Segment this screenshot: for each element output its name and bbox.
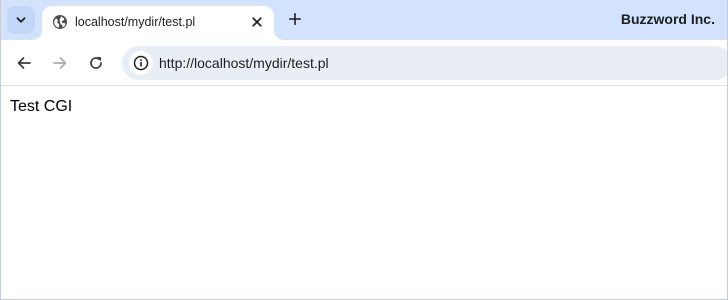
page-content: Test CGI — [1, 87, 727, 299]
forward-button[interactable] — [48, 51, 72, 75]
info-icon — [133, 55, 149, 71]
page-body-text: Test CGI — [10, 98, 73, 115]
url-text[interactable]: http://localhost/mydir/test.pl — [159, 55, 329, 71]
globe-icon — [53, 15, 67, 29]
tab-strip: localhost/mydir/test.pl Buzzword Inc. — [1, 0, 727, 40]
chevron-down-icon — [16, 17, 26, 23]
tab-close-button[interactable] — [248, 13, 266, 31]
reload-button[interactable] — [84, 51, 108, 75]
site-info-button[interactable] — [129, 51, 153, 75]
forward-arrow-icon — [53, 57, 67, 69]
new-tab-button[interactable] — [284, 8, 306, 30]
reload-icon — [90, 56, 102, 69]
back-button[interactable] — [12, 51, 36, 75]
browser-window: localhost/mydir/test.pl Buzzword Inc. ht… — [0, 0, 728, 300]
address-bar[interactable]: http://localhost/mydir/test.pl — [122, 46, 727, 80]
close-icon — [252, 17, 262, 27]
tab-title: localhost/mydir/test.pl — [75, 15, 196, 29]
tab-active[interactable]: localhost/mydir/test.pl — [42, 6, 274, 40]
back-arrow-icon — [17, 57, 31, 69]
profile-name[interactable]: Buzzword Inc. — [621, 11, 715, 27]
plus-icon — [289, 13, 301, 25]
tab-search-button[interactable] — [7, 6, 35, 34]
browser-toolbar: http://localhost/mydir/test.pl — [1, 40, 727, 86]
